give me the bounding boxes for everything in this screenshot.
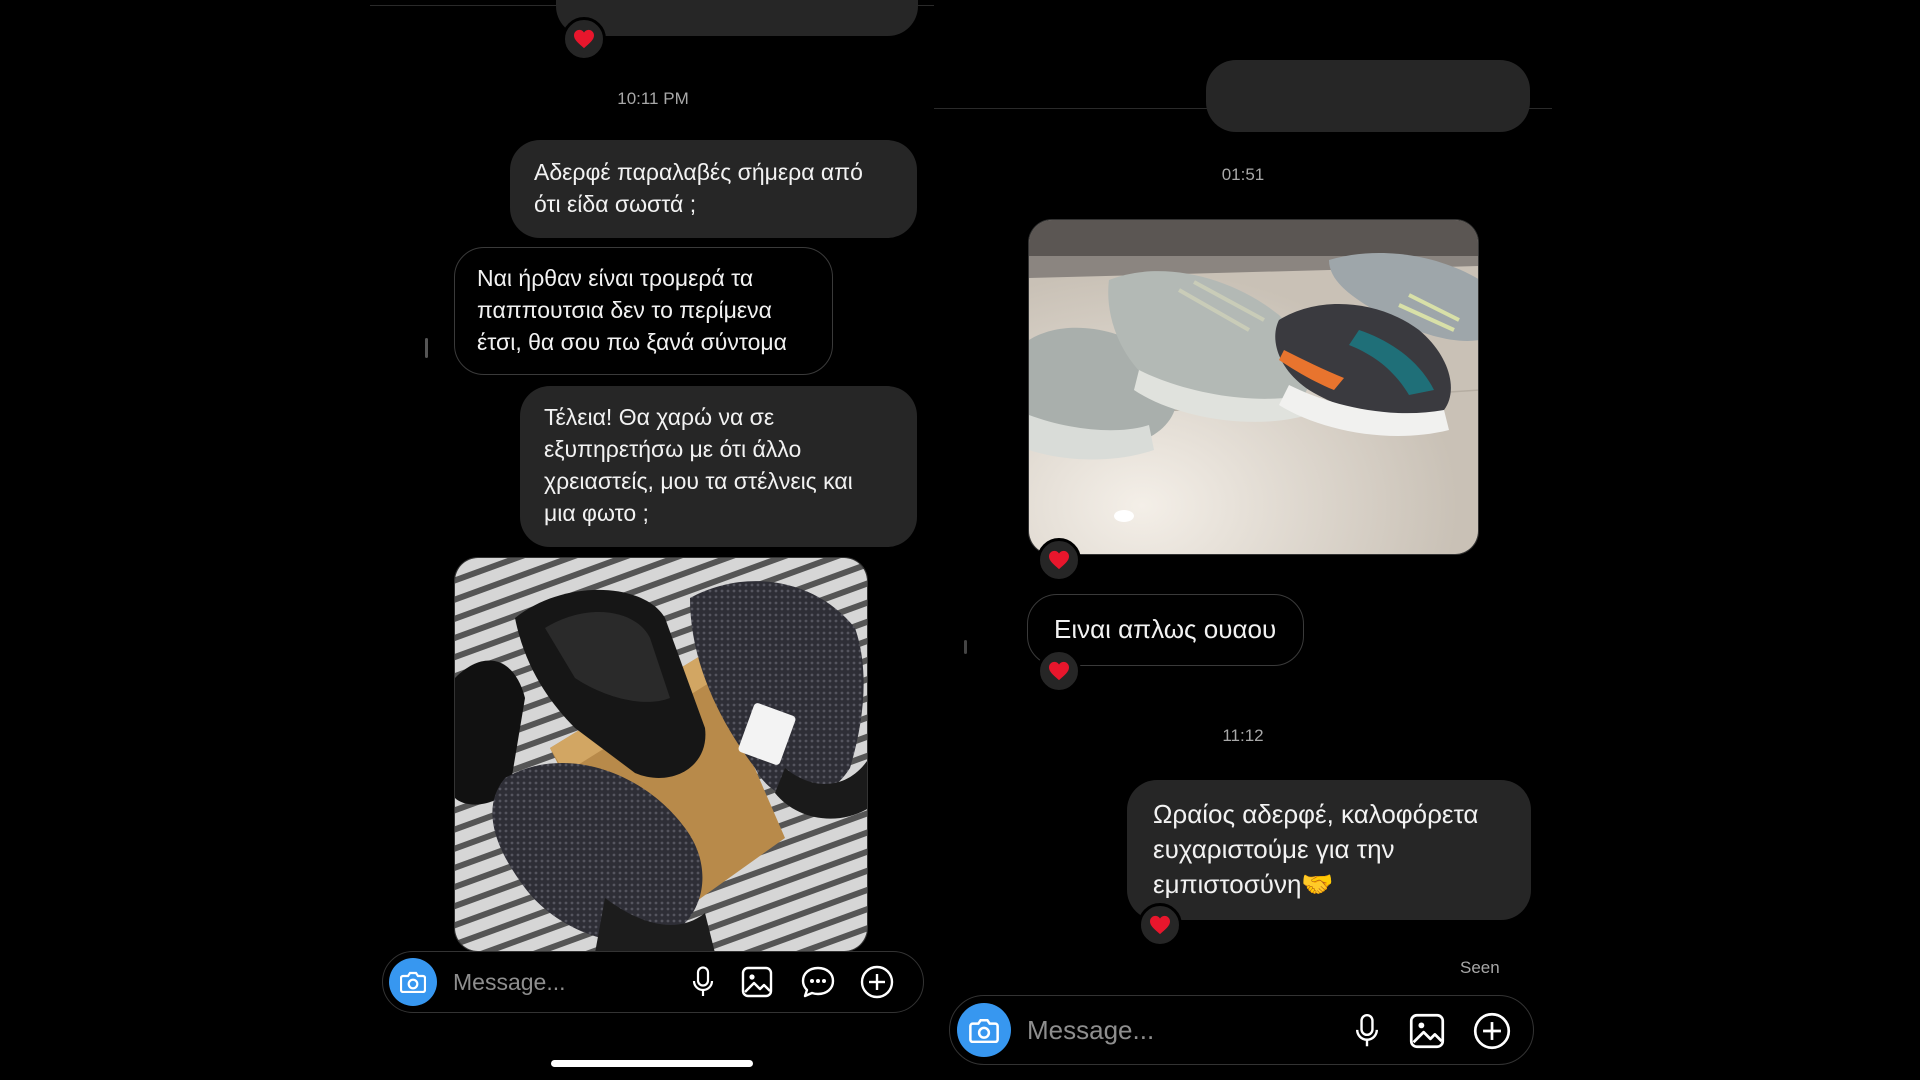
microphone-icon xyxy=(692,966,714,996)
plus-circle-icon xyxy=(1473,1012,1511,1050)
left-chat-panel: 10:11 PM Αδερφέ παραλαβές σήμερα από ότι… xyxy=(370,0,936,1080)
sticker-icon xyxy=(801,966,835,998)
message-composer[interactable] xyxy=(382,951,924,1013)
time-separator: 11:12 xyxy=(1222,726,1264,745)
gallery-icon xyxy=(1409,1013,1445,1049)
received-message-bubble[interactable]: Ναι ήρθαν είναι τρομερά τα παππουτσια δε… xyxy=(454,247,833,375)
microphone-button[interactable] xyxy=(1347,1011,1387,1051)
time-separator: 10:11 PM xyxy=(617,89,689,108)
previous-message-bubble[interactable] xyxy=(1206,60,1530,132)
sent-message-bubble[interactable]: Ωραίος αδερφέ, καλοφόρετα ευχαριστούμε γ… xyxy=(1127,780,1531,920)
seen-receipt: Seen xyxy=(1460,958,1500,977)
sneakers-photo xyxy=(455,558,867,951)
gallery-button[interactable] xyxy=(1407,1011,1447,1051)
camera-button[interactable] xyxy=(389,958,437,1006)
right-chat-panel: 01:51 Ειναι απλως ουαου 11:12 Ωραίος αδε… xyxy=(934,0,1552,1080)
home-indicator[interactable] xyxy=(551,1060,753,1067)
heart-icon xyxy=(1150,915,1170,935)
heart-reaction[interactable] xyxy=(1138,903,1182,947)
plus-circle-icon xyxy=(860,965,894,999)
microphone-icon xyxy=(1355,1013,1379,1047)
heart-icon xyxy=(1049,661,1069,681)
heart-icon xyxy=(574,29,594,49)
heart-reaction[interactable] xyxy=(1037,538,1081,582)
photo-message-sneakers[interactable] xyxy=(1028,219,1479,555)
camera-icon xyxy=(400,971,426,993)
avatar xyxy=(964,640,967,654)
heart-reaction[interactable] xyxy=(1037,649,1081,693)
sent-message-bubble[interactable]: Τέλεια! Θα χαρώ να σε εξυπηρετήσω με ότι… xyxy=(520,386,917,547)
message-input[interactable] xyxy=(453,967,653,997)
photo-message-slides-sneakers[interactable] xyxy=(454,557,868,952)
heart-reaction[interactable] xyxy=(562,17,606,61)
sneakers-photo xyxy=(1029,220,1478,554)
previous-message-bubble[interactable] xyxy=(556,0,918,36)
sticker-button[interactable] xyxy=(799,964,837,1000)
time-separator: 01:51 xyxy=(1221,165,1265,184)
heart-icon xyxy=(1049,550,1069,570)
plus-button[interactable] xyxy=(1472,1011,1512,1051)
plus-button[interactable] xyxy=(859,964,895,1000)
sent-message-bubble[interactable]: Αδερφέ παραλαβές σήμερα από ότι είδα σωσ… xyxy=(510,140,917,238)
message-composer[interactable] xyxy=(949,995,1534,1065)
microphone-button[interactable] xyxy=(685,964,721,1000)
camera-icon xyxy=(969,1018,999,1043)
camera-button[interactable] xyxy=(957,1003,1011,1057)
gallery-icon xyxy=(741,966,773,998)
message-input[interactable] xyxy=(1027,1013,1267,1047)
gallery-button[interactable] xyxy=(739,964,775,1000)
avatar xyxy=(425,338,428,358)
screenshot-collage: 10:11 PM Αδερφέ παραλαβές σήμερα από ότι… xyxy=(0,0,1920,1080)
